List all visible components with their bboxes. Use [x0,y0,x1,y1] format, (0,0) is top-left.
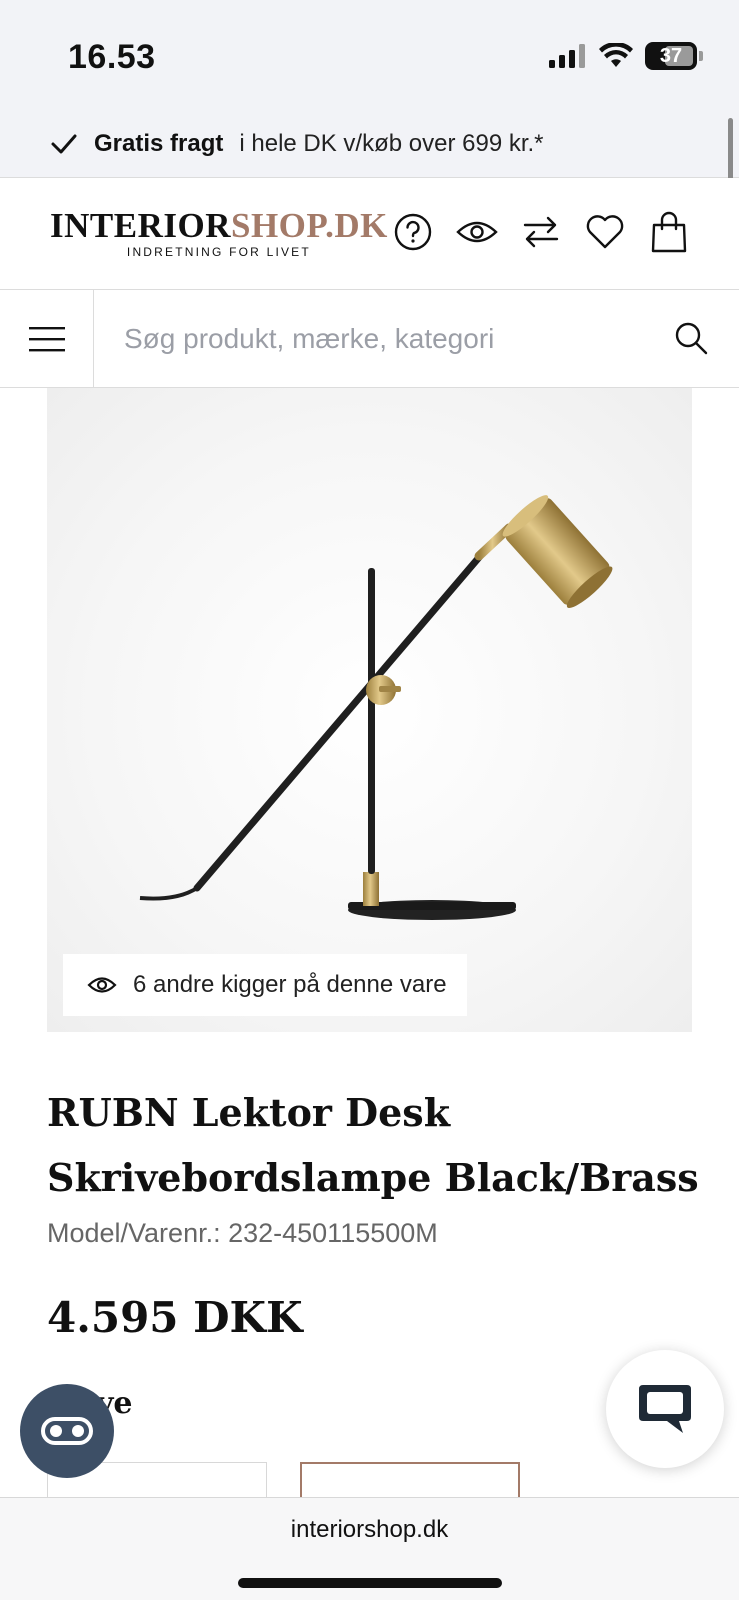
help-icon [394,213,432,251]
cart-button[interactable] [647,210,691,254]
site-header: INTERIORSHOP.DK INDRETNING FOR LIVET [0,178,739,290]
search-bar [0,290,739,388]
browser-url[interactable]: interiorshop.dk [0,1516,739,1544]
search-icon[interactable] [673,320,709,356]
promo-text: i hele DK v/køb over 699 kr.* [239,129,544,157]
compare-icon [523,216,559,248]
logo-tagline: INDRETNING FOR LIVET [126,245,311,259]
status-time: 16.53 [68,38,156,76]
product-model-number: Model/Varenr.: 232-450115500M [47,1218,438,1248]
accessibility-button[interactable] [20,1384,114,1478]
eye-icon [456,221,498,243]
compare-button[interactable] [519,210,563,254]
logo-part2: SHOP.DK [230,206,388,245]
menu-button[interactable] [0,290,94,387]
wishlist-button[interactable] [583,210,627,254]
product-title: RUBN Lektor Desk Skrivebordslampe Black/… [47,1090,699,1200]
hamburger-menu-icon [28,326,65,351]
checkmark-icon [51,134,77,153]
wifi-icon [599,43,633,67]
search-input[interactable] [124,318,644,360]
site-logo[interactable]: INTERIORSHOP.DK INDRETNING FOR LIVET [50,208,388,259]
product-price: 4.595 DKK [47,1293,303,1342]
browser-bottom-bar: interiorshop.dk [0,1497,739,1600]
eye-icon [87,977,117,993]
status-bar: 16.53 37 [0,0,739,110]
home-indicator[interactable] [238,1578,502,1588]
help-button[interactable] [391,210,435,254]
product-image[interactable]: 6 andre kigger på denne vare [47,388,692,1032]
accessibility-toggle-icon [41,1417,93,1445]
recently-viewed-button[interactable] [455,210,499,254]
status-icons: 37 [549,42,703,70]
chat-icon [639,1385,691,1433]
viewers-text: 6 andre kigger på denne vare [133,971,447,998]
promo-bold: Gratis fragt [94,129,224,157]
battery-level: 37 [659,44,683,67]
chat-button[interactable] [606,1350,724,1468]
heart-icon [586,215,624,249]
logo-part1: INTERIOR [50,206,231,245]
battery-icon: 37 [645,42,697,70]
desk-lamp-image [139,495,613,920]
free-shipping-banner: Gratis fragt i hele DK v/køb over 699 kr… [0,110,739,178]
viewers-badge: 6 andre kigger på denne vare [63,954,467,1016]
cellular-signal-icon [549,44,585,68]
shopping-bag-icon [651,211,687,253]
